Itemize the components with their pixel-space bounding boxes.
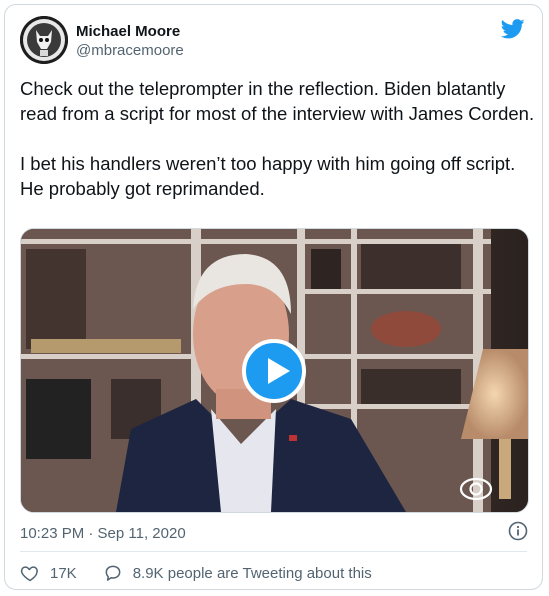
info-icon[interactable] [508, 521, 528, 541]
tweet-timestamp[interactable]: 10:23 PM · Sep 11, 2020 [20, 525, 186, 542]
action-bar: 17K 8.9K people are Tweeting about this [20, 563, 372, 583]
divider [20, 551, 527, 552]
speech-bubble-icon [105, 565, 121, 581]
heart-icon [20, 566, 38, 582]
author-name[interactable]: Michael Moore [76, 23, 180, 40]
avatar[interactable] [20, 16, 68, 64]
like-count: 17K [50, 564, 77, 582]
tweet-card: Michael Moore @mbracemoore Check out the… [4, 4, 543, 590]
play-button[interactable] [242, 339, 306, 403]
video-player[interactable] [20, 228, 529, 513]
twitter-bird-icon[interactable] [501, 18, 525, 40]
avatar-image [20, 16, 68, 64]
like-button[interactable]: 17K [20, 563, 77, 583]
conversation-link[interactable]: 8.9K people are Tweeting about this [103, 563, 372, 583]
tweet-paragraph: Check out the teleprompter in the reflec… [20, 78, 535, 124]
author-handle[interactable]: @mbracemoore [76, 42, 184, 59]
tweet-paragraph: I bet his handlers weren’t too happy wit… [20, 153, 516, 199]
tweet-text: Check out the teleprompter in the reflec… [20, 76, 535, 201]
tweeting-count: 8.9K people are Tweeting about this [132, 564, 372, 582]
